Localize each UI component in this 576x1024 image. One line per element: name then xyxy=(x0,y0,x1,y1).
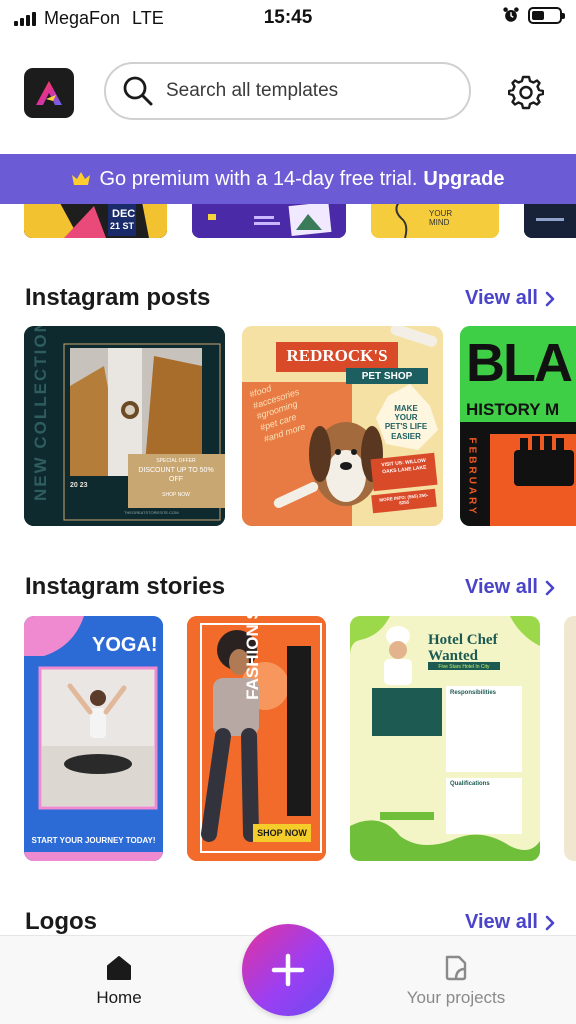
alarm-clock-icon xyxy=(503,7,519,22)
chevron-right-icon xyxy=(545,291,555,306)
settings-button[interactable] xyxy=(506,72,546,112)
chevron-right-icon xyxy=(545,915,555,930)
plus-icon xyxy=(271,953,305,987)
nav-your-projects[interactable]: Your projects xyxy=(396,954,516,1008)
template-card-fashion-sale[interactable]: FASHION SALE SHOP NOW xyxy=(187,616,326,861)
card-title: Hotel Chef xyxy=(428,632,498,648)
offer-label: SPECIAL OFFER xyxy=(156,458,196,464)
template-card[interactable] xyxy=(564,616,576,861)
card-caption-text: YOUR MIND xyxy=(429,209,453,227)
card-resp-heading: Responsibilities xyxy=(450,690,497,696)
card-date-text: DEC xyxy=(112,208,136,220)
view-all-instagram-posts[interactable]: View all xyxy=(465,287,556,310)
template-card[interactable] xyxy=(192,204,346,238)
card-subtitle: Five Stars Hotel In City xyxy=(438,664,490,670)
card-subtitle: PET SHOP xyxy=(361,371,413,382)
view-all-instagram-stories[interactable]: View all xyxy=(465,576,556,599)
offer-text: DISCOUNT UP TO 50% OFF xyxy=(138,467,214,484)
template-card-hotel-chef[interactable]: Hotel Chef Wanted Five Stars Hotel In Ci… xyxy=(350,616,540,861)
home-icon xyxy=(107,956,131,980)
card-title: YOGA! xyxy=(92,634,158,656)
view-all-label: View all xyxy=(464,287,538,309)
card-button-text: SHOP NOW xyxy=(257,828,307,838)
status-bar: MegaFon LTE 15:45 xyxy=(0,0,576,36)
chevron-right-icon xyxy=(545,580,555,595)
nav-home-label: Home xyxy=(96,988,142,1007)
card-sub-text: HISTORY M xyxy=(466,400,560,419)
gear-icon xyxy=(508,75,544,110)
template-card-yoga[interactable]: YOGA! START YOUR JOURNEY TODAY! xyxy=(24,616,163,861)
app-header xyxy=(0,62,576,122)
adobe-express-logo[interactable] xyxy=(24,68,74,118)
search-input[interactable] xyxy=(166,80,436,102)
promo-text: Go premium with a 14-day free trial. xyxy=(99,167,418,190)
status-clock: 15:45 xyxy=(263,7,313,28)
bottom-navigation: Home Your projects xyxy=(0,924,576,1024)
template-card[interactable]: DEC 21 ST xyxy=(24,204,167,238)
document-icon xyxy=(445,955,467,981)
template-card[interactable] xyxy=(524,204,576,238)
card-day-text: 21 ST xyxy=(110,221,135,231)
view-all-label: View all xyxy=(464,576,538,598)
template-card[interactable]: YOUR MIND xyxy=(371,204,499,238)
section-title-instagram-stories: Instagram stories xyxy=(25,573,226,600)
site-text: THEGREATSTORESITE.COM xyxy=(124,510,179,515)
year-text: 20 23 xyxy=(70,482,88,489)
crown-icon xyxy=(72,172,91,185)
battery-icon xyxy=(528,6,565,24)
view-all-label: View all xyxy=(464,911,538,933)
nav-home[interactable]: Home xyxy=(80,954,158,1008)
section-title-logos: Logos xyxy=(25,908,97,935)
card-big-text: BLA xyxy=(466,333,573,393)
card-title-line2: Wanted xyxy=(428,648,479,664)
previous-carousel: DEC 21 ST YOUR MIND xyxy=(0,204,576,238)
template-card-new-collection[interactable]: NEW COLLECTION SPECIAL OFFER DISCOUNT UP… xyxy=(24,326,225,526)
template-card-pet-shop[interactable]: REDROCK'S PET SHOP #food #accesories #gr… xyxy=(242,326,443,526)
search-bar[interactable] xyxy=(104,62,471,120)
nav-projects-label: Your projects xyxy=(406,988,506,1007)
search-icon xyxy=(123,76,153,106)
section-title-instagram-posts: Instagram posts xyxy=(25,284,211,311)
premium-promo-banner: Go premium with a 14-day free trial. Upg… xyxy=(0,154,576,204)
template-card-black-history[interactable]: BLA HISTORY M FEBRUARY xyxy=(460,326,576,526)
network-type: LTE xyxy=(132,7,164,28)
shop-now-text: SHOP NOW xyxy=(162,492,190,498)
card-footer: START YOUR JOURNEY TODAY! xyxy=(31,836,156,845)
upgrade-link[interactable]: Upgrade xyxy=(423,168,504,191)
create-new-button[interactable] xyxy=(242,924,334,1016)
card-title: REDROCK'S xyxy=(286,346,388,365)
card-vertical-text: FASHION SALE xyxy=(243,616,262,700)
signal-icon xyxy=(14,10,36,26)
card-qual-heading: Qualifications xyxy=(450,781,490,787)
carrier-name: MegaFon xyxy=(44,7,121,28)
vertical-headline: NEW COLLECTION xyxy=(31,326,50,501)
badge-text: MAKE YOUR PET'S LIFE EASIER xyxy=(384,404,428,441)
card-month-text: FEBRUARY xyxy=(466,437,478,517)
view-all-logos[interactable]: View all xyxy=(465,911,556,934)
